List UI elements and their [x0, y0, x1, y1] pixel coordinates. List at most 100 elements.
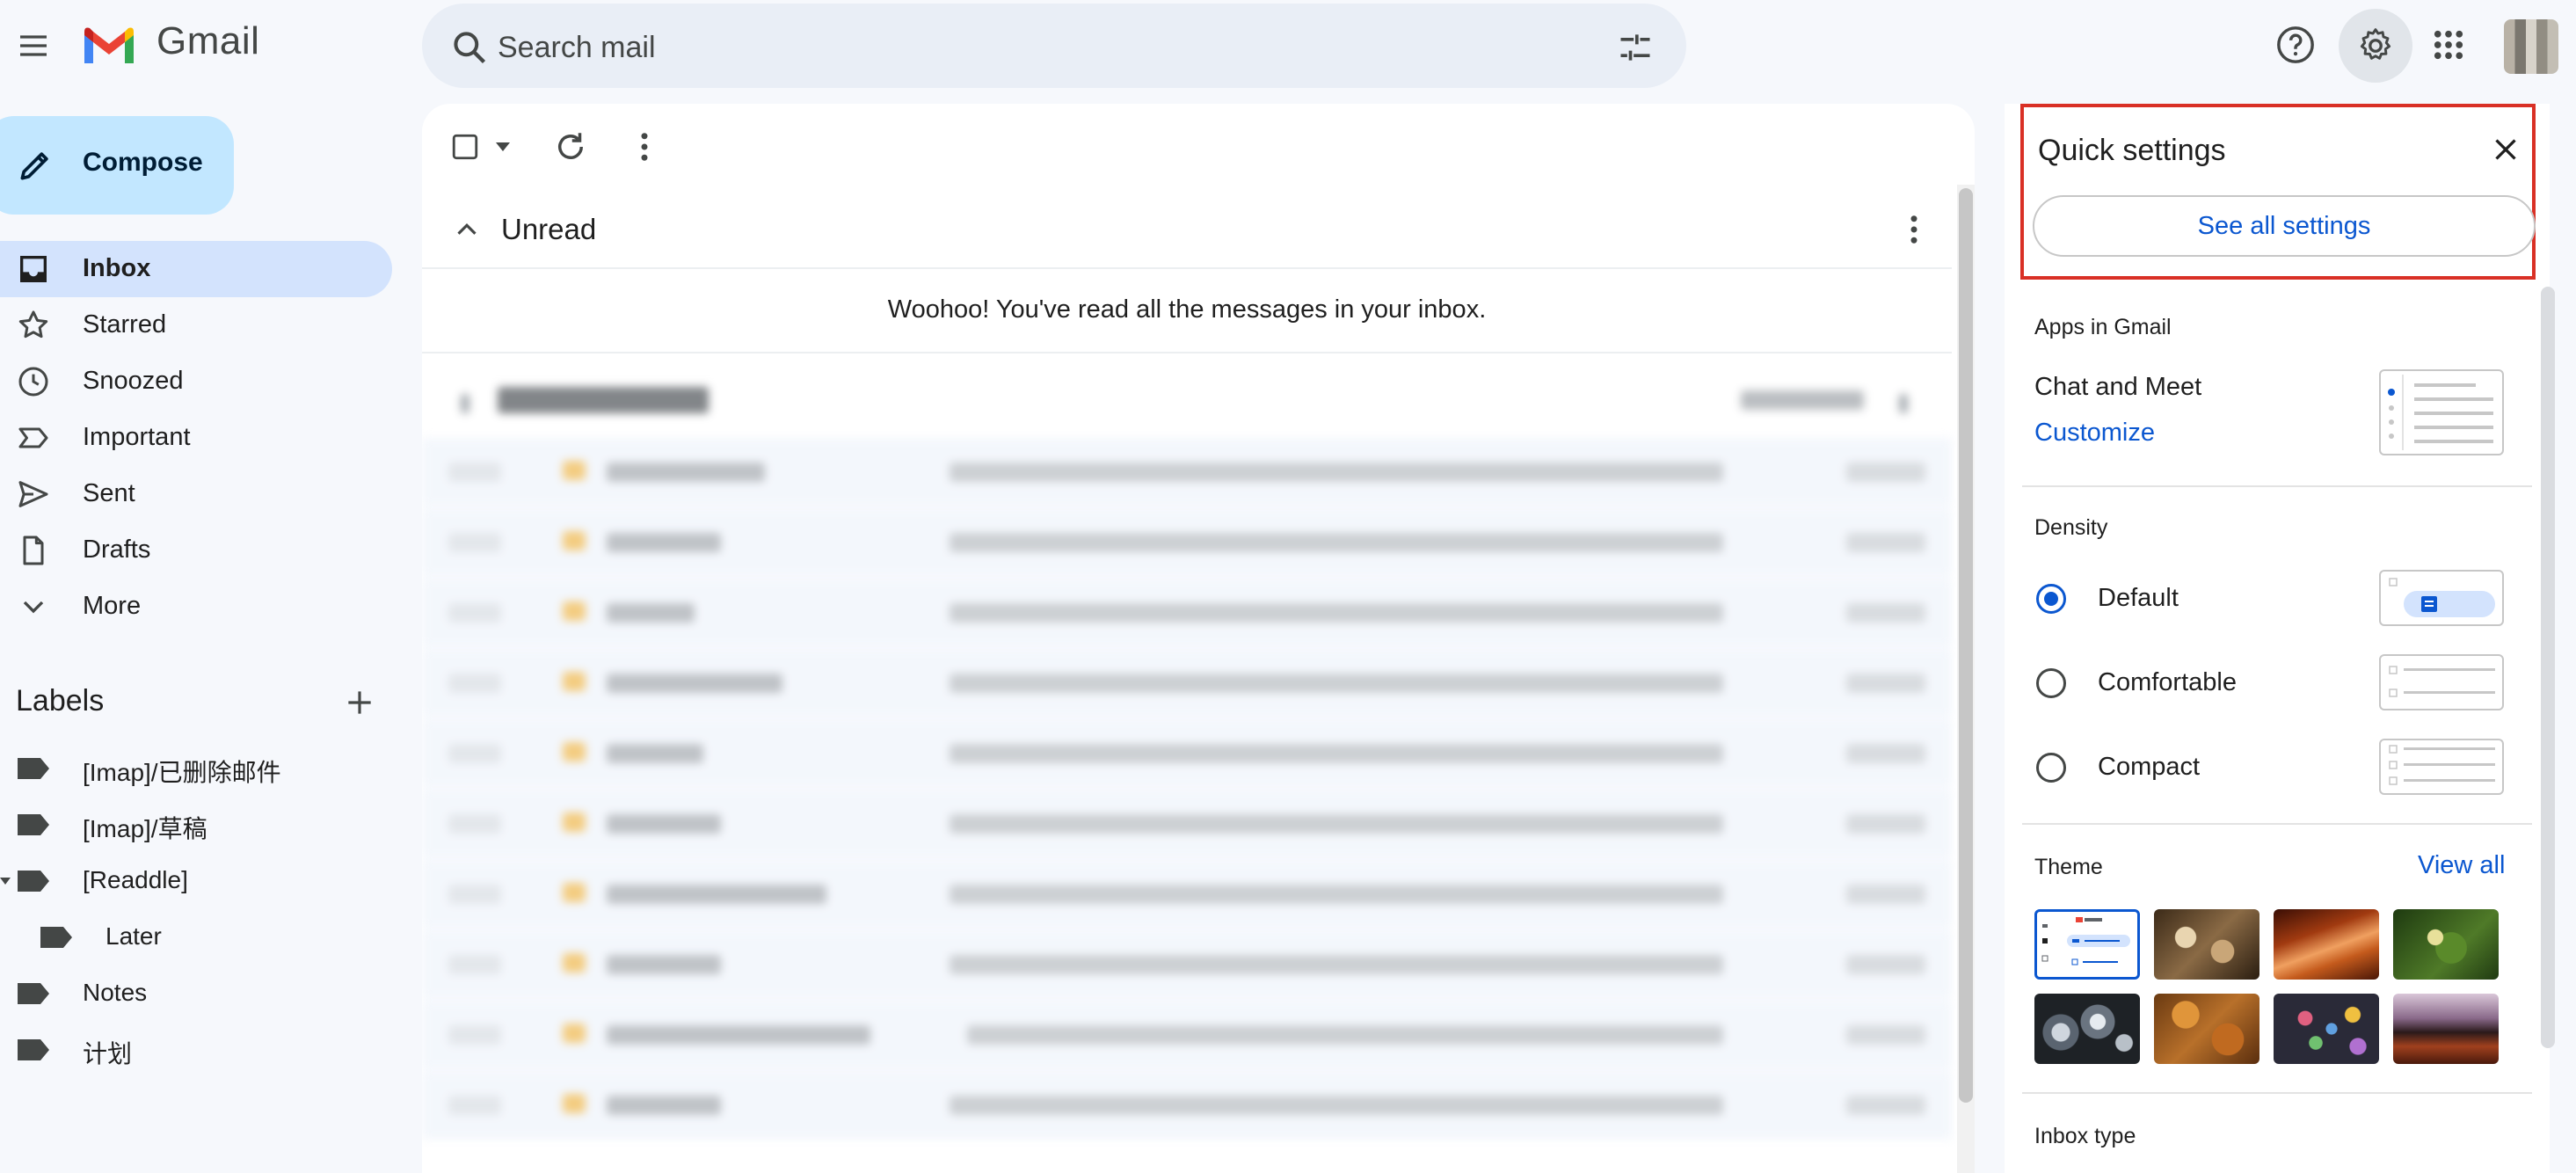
inbox-type-heading: Inbox type — [2034, 1124, 2136, 1148]
nav-item-sent[interactable]: Sent — [0, 466, 392, 522]
label-tag-icon — [16, 869, 51, 893]
label-tag-icon — [16, 756, 51, 781]
density-comfortable-radio[interactable] — [2036, 668, 2066, 698]
more-vert-icon[interactable] — [1896, 211, 1932, 248]
inbox-icon — [16, 251, 51, 287]
density-compact-preview — [2379, 739, 2504, 795]
density-compact-radio[interactable] — [2036, 753, 2066, 783]
nav-item-snoozed[interactable]: Snoozed — [0, 353, 392, 410]
nav-item-drafts[interactable]: Drafts — [0, 522, 392, 579]
theme-chess-thumb[interactable] — [2154, 909, 2259, 980]
help-icon[interactable] — [2275, 25, 2316, 65]
hamburger-menu-icon[interactable] — [16, 28, 51, 63]
apps-heading: Apps in Gmail — [2034, 315, 2172, 339]
theme-canyon-thumb[interactable] — [2274, 909, 2379, 980]
label-item[interactable]: [Imap]/已删除邮件 — [0, 740, 392, 797]
theme-bubbles-thumb[interactable] — [2034, 994, 2140, 1064]
send-icon — [16, 477, 51, 512]
table-row — [422, 649, 1952, 718]
more-vert-icon[interactable] — [626, 128, 663, 165]
nav-item-inbox[interactable]: Inbox — [0, 241, 392, 297]
blurred-section-header — [422, 368, 1952, 436]
chevron-up-icon[interactable] — [450, 213, 484, 246]
settings-button[interactable] — [2339, 9, 2412, 83]
divider — [2022, 485, 2532, 487]
density-option-label[interactable]: Compact — [2098, 753, 2200, 782]
apps-grid-icon[interactable] — [2430, 26, 2467, 63]
table-row — [422, 1001, 1952, 1069]
pencil-icon — [16, 146, 55, 185]
plus-icon[interactable] — [343, 686, 376, 719]
label-tag-icon — [39, 925, 74, 950]
view-all-themes-link[interactable]: View all — [2418, 851, 2505, 880]
caret-down-icon[interactable] — [494, 141, 512, 153]
compose-button[interactable]: Compose — [0, 116, 234, 215]
quick-settings-header: Quick settings See all settings — [2020, 104, 2536, 280]
density-default-radio[interactable] — [2036, 584, 2066, 614]
table-row — [422, 438, 1952, 506]
search-input[interactable]: Search mail — [498, 28, 656, 67]
label-tag-icon — [16, 1038, 51, 1062]
theme-leaf-thumb[interactable] — [2393, 909, 2499, 980]
caret-down-icon[interactable] — [0, 876, 11, 886]
density-heading: Density — [2034, 515, 2108, 540]
label-item[interactable]: [Readdle] — [0, 853, 392, 909]
nav-label: Sent — [83, 479, 135, 507]
nav-item-important[interactable]: Important — [0, 410, 392, 466]
chat-meet-label: Chat and Meet — [2034, 373, 2202, 401]
theme-coast-thumb[interactable] — [2393, 994, 2499, 1064]
important-icon — [16, 420, 51, 455]
gmail-logo[interactable] — [81, 23, 137, 69]
theme-beads-thumb[interactable] — [2274, 994, 2379, 1064]
labels-heading: Labels — [16, 684, 105, 718]
density-option-label[interactable]: Default — [2098, 584, 2179, 613]
density-option-label[interactable]: Comfortable — [2098, 668, 2237, 697]
table-row — [422, 930, 1952, 999]
select-checkbox[interactable] — [450, 132, 480, 162]
divider — [422, 267, 1952, 269]
quick-settings-title: Quick settings — [2038, 134, 2226, 167]
label-item[interactable]: Later — [0, 909, 392, 965]
chevron-down-icon — [16, 589, 51, 624]
refresh-icon[interactable] — [552, 128, 589, 165]
search-icon[interactable] — [450, 28, 489, 67]
label-tag-icon — [16, 981, 51, 1006]
label-item[interactable]: 计划 — [0, 1022, 392, 1078]
label-item[interactable]: Notes — [0, 965, 392, 1022]
table-row — [422, 1071, 1952, 1140]
nav-item-starred[interactable]: Starred — [0, 297, 392, 353]
avatar[interactable] — [2504, 19, 2558, 74]
label-tag-icon — [16, 812, 51, 837]
compose-label: Compose — [83, 148, 203, 177]
gear-icon — [2356, 26, 2395, 65]
nav-label: More — [83, 592, 142, 620]
gmail-brand: Gmail — [156, 19, 260, 62]
close-icon[interactable] — [2490, 134, 2521, 165]
star-icon — [16, 308, 51, 343]
empty-inbox-message: Woohoo! You've read all the messages in … — [887, 295, 1487, 324]
density-comfortable-preview — [2379, 654, 2504, 710]
table-row — [422, 508, 1952, 577]
table-row — [422, 579, 1952, 647]
table-row — [422, 860, 1952, 929]
label-item[interactable]: [Imap]/草稿 — [0, 797, 392, 853]
theme-default-thumb[interactable] — [2034, 909, 2140, 980]
table-row — [422, 790, 1952, 858]
section-title[interactable]: Unread — [501, 213, 596, 246]
scrollbar-thumb[interactable] — [1959, 188, 1973, 1103]
nav-label: Snoozed — [83, 367, 184, 395]
search-bar[interactable]: Search mail — [422, 4, 1686, 88]
nav-label: Important — [83, 423, 191, 451]
search-options-icon[interactable] — [1616, 28, 1655, 67]
divider — [422, 352, 1952, 353]
see-all-settings-button[interactable]: See all settings — [2033, 195, 2536, 257]
clock-icon — [16, 364, 51, 399]
customize-link[interactable]: Customize — [2034, 419, 2155, 448]
scrollbar-thumb[interactable] — [2541, 287, 2555, 1048]
chat-meet-preview — [2379, 369, 2504, 455]
nav-item-more[interactable]: More — [0, 579, 392, 635]
table-row — [422, 719, 1952, 788]
theme-autumn-thumb[interactable] — [2154, 994, 2259, 1064]
blurred-message-list — [422, 368, 1952, 1173]
divider — [2022, 1092, 2532, 1094]
